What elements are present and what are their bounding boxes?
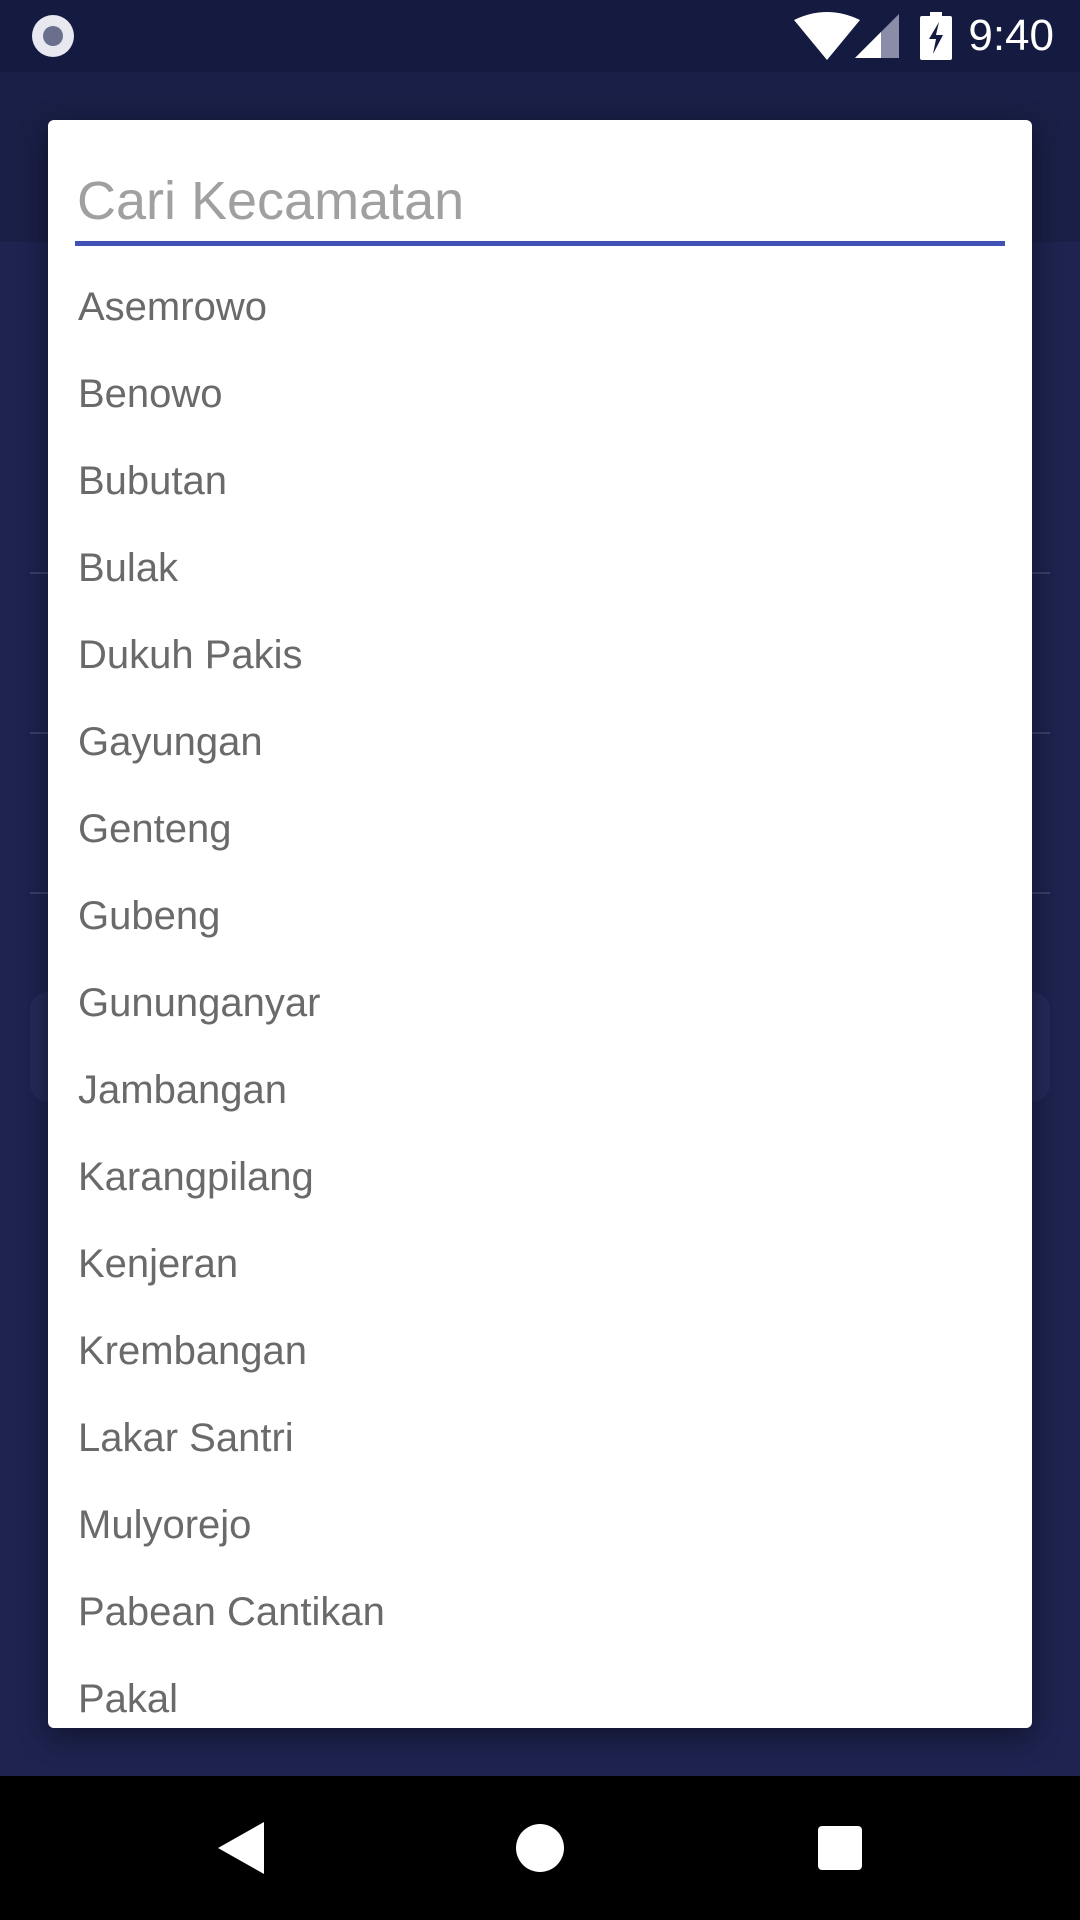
- status-bar: 9:40: [0, 0, 1080, 72]
- status-time: 9:40: [968, 11, 1054, 60]
- list-item[interactable]: Gununganyar: [48, 960, 1032, 1047]
- list-item[interactable]: Dukuh Pakis: [48, 612, 1032, 699]
- list-item[interactable]: Pabean Cantikan: [48, 1569, 1032, 1656]
- list-item[interactable]: Benowo: [48, 351, 1032, 438]
- recents-icon[interactable]: [818, 1826, 862, 1870]
- wifi-icon: [794, 12, 860, 60]
- navigation-bar: [0, 1776, 1080, 1920]
- list-item[interactable]: Lakar Santri: [48, 1395, 1032, 1482]
- back-icon[interactable]: [218, 1822, 264, 1874]
- list-item[interactable]: Bubutan: [48, 438, 1032, 525]
- list-item[interactable]: Bulak: [48, 525, 1032, 612]
- list-item[interactable]: Gubeng: [48, 873, 1032, 960]
- record-icon: [32, 15, 74, 57]
- list-item[interactable]: Pakal: [48, 1656, 1032, 1714]
- list-item[interactable]: Kenjeran: [48, 1221, 1032, 1308]
- list-item[interactable]: Jambangan: [48, 1047, 1032, 1134]
- signal-icon: [855, 14, 899, 58]
- kecamatan-list[interactable]: Asemrowo Benowo Bubutan Bulak Dukuh Pakis Gay…: [48, 264, 1032, 1714]
- list-item[interactable]: Genteng: [48, 786, 1032, 873]
- list-item[interactable]: Krembangan: [48, 1308, 1032, 1395]
- list-item[interactable]: Mulyorejo: [48, 1482, 1032, 1569]
- list-item[interactable]: Gayungan: [48, 699, 1032, 786]
- kecamatan-dialog: AsemrowoBenowoBubutanBulakDukuh PakisGay…: [48, 120, 1032, 1728]
- home-icon[interactable]: [516, 1824, 564, 1872]
- search-field: [75, 160, 1005, 252]
- list-item[interactable]: Karangpilang: [48, 1134, 1032, 1221]
- list-item[interactable]: Asemrowo: [48, 264, 1032, 351]
- search-input[interactable]: [75, 160, 1005, 246]
- battery-charging-icon: [920, 12, 952, 60]
